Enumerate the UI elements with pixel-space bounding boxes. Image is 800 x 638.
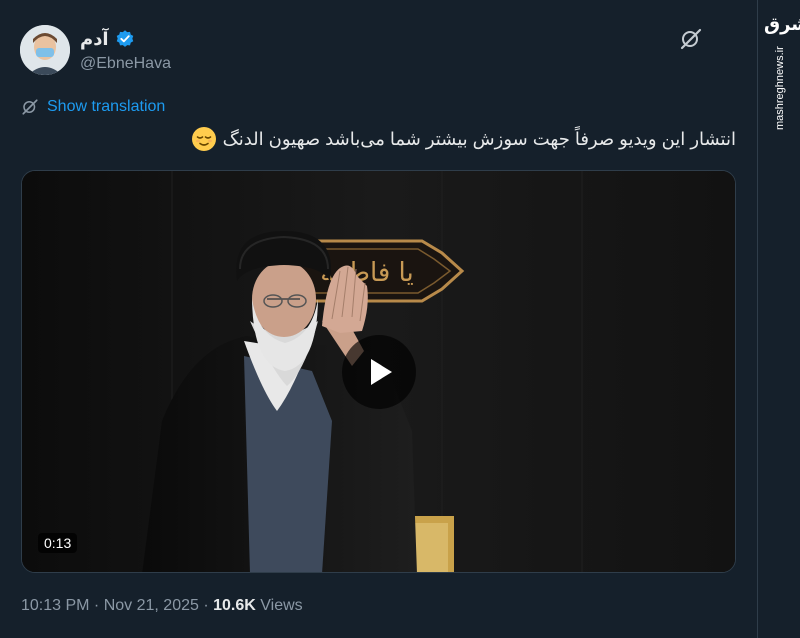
meta-separator: · xyxy=(198,597,214,614)
post-date[interactable]: Nov 21, 2025 xyxy=(104,597,199,614)
column-divider xyxy=(757,0,758,638)
verified-badge-icon xyxy=(116,30,133,47)
video-duration: 0:13 xyxy=(38,533,78,553)
grok-translate-icon xyxy=(22,99,38,115)
watermark-site: mashreghnews.ir xyxy=(774,46,786,130)
show-translation-link[interactable]: Show translation xyxy=(21,98,165,116)
play-icon xyxy=(371,359,392,385)
grok-icon[interactable] xyxy=(679,27,703,51)
views-label: Views xyxy=(255,597,303,614)
video-player[interactable]: یا فاطمة 0:13 xyxy=(21,170,736,573)
views-count: 10.6K xyxy=(213,597,256,614)
watermark: مشرق mashreghnews.ir xyxy=(764,14,800,130)
author-handle[interactable]: @EbneHava xyxy=(80,55,171,73)
show-translation-label[interactable]: Show translation xyxy=(47,98,165,116)
post-time[interactable]: 10:13 PM xyxy=(21,597,89,614)
avatar[interactable] xyxy=(20,25,70,75)
relieved-face-emoji xyxy=(191,127,216,151)
tweet-text-row: انتشار این ویدیو صرفاً جهت سوزش بیشتر شم… xyxy=(191,126,736,152)
display-name[interactable]: آدم xyxy=(80,29,109,50)
tweet-meta: 10:13 PM · Nov 21, 2025 · 10.6K Views xyxy=(21,597,303,615)
avatar-image xyxy=(20,25,70,75)
meta-separator: · xyxy=(89,597,104,614)
play-button[interactable] xyxy=(342,335,416,409)
author-name-row[interactable]: آدم xyxy=(80,27,135,51)
watermark-logo: مشرق xyxy=(764,14,800,34)
tweet-text: انتشار این ویدیو صرفاً جهت سوزش بیشتر شم… xyxy=(222,128,736,149)
